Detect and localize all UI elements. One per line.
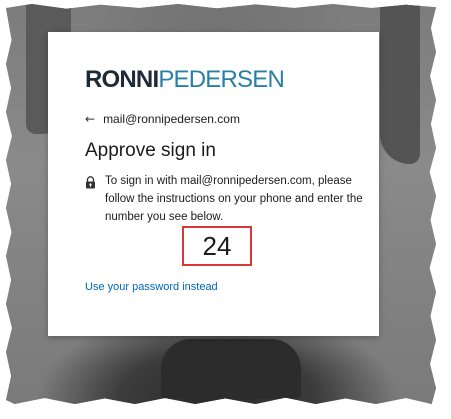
use-password-link[interactable]: Use your password instead (85, 281, 218, 293)
company-logo: RONNIPEDERSEN (85, 66, 285, 93)
background-shoes (161, 339, 301, 399)
logo-light-text: PEDERSEN (158, 66, 284, 93)
page-title: Approve sign in (85, 140, 216, 161)
logo-bold-text: RONNI (85, 66, 159, 93)
background-figure-right (380, 4, 420, 164)
sign-in-card: RONNIPEDERSEN ← mail@ronnipedersen.com A… (48, 32, 379, 336)
instructions-row: To sign in with mail@ronnipedersen.com, … (85, 172, 365, 226)
lock-icon (85, 174, 96, 193)
instructions-text: To sign in with mail@ronnipedersen.com, … (105, 175, 363, 223)
screenshot-frame: RONNIPEDERSEN ← mail@ronnipedersen.com A… (6, 4, 436, 404)
back-arrow-icon[interactable]: ← (85, 113, 95, 125)
identity-email: mail@ronnipedersen.com (103, 112, 240, 126)
identity-banner[interactable]: ← mail@ronnipedersen.com (85, 112, 240, 126)
verification-number: 24 (182, 226, 252, 266)
